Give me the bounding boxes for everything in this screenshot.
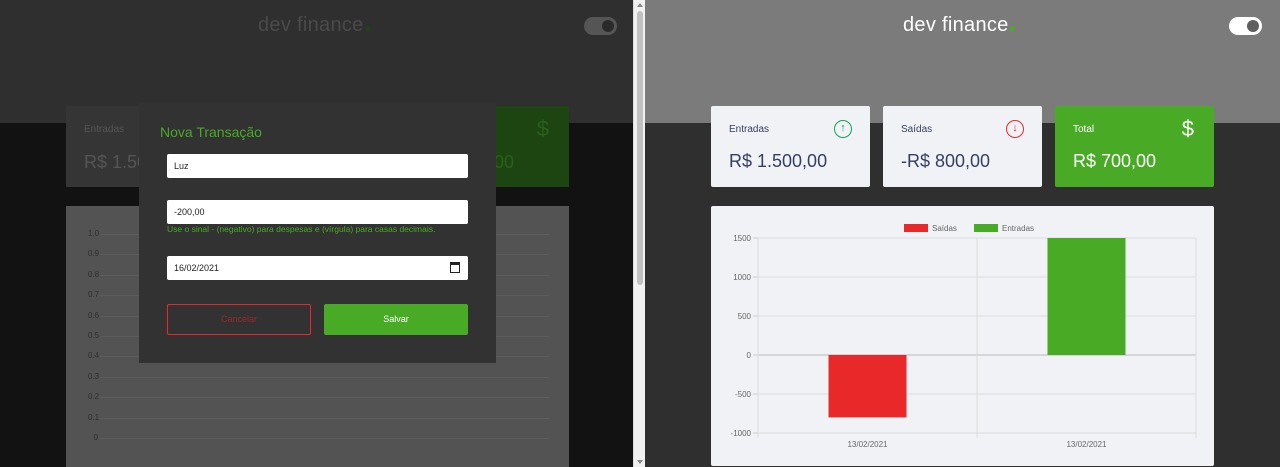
date-input[interactable]: 16/02/2021	[167, 256, 468, 280]
background-tick-label: 0.7	[88, 290, 100, 300]
total-card: Total $ R$ 700,00	[1055, 106, 1214, 187]
y-tick-label: 1500	[733, 234, 751, 243]
expense-value: -R$ 800,00	[901, 151, 991, 171]
calendar-icon[interactable]	[450, 262, 460, 273]
expense-card: Saídas ↓ -R$ 800,00	[883, 106, 1042, 187]
logo: dev finance	[903, 14, 1015, 37]
background-tick-label: 0.1	[88, 412, 100, 422]
scrollbar-thumb[interactable]	[637, 11, 643, 285]
background-tick-label: 1.0	[88, 229, 100, 238]
right-pane-light-mode: dev finance Entradas ↑ R$ 1.500,00 Saída…	[645, 0, 1280, 467]
logo: dev finance	[258, 14, 370, 37]
dollar-icon: $	[1181, 116, 1194, 141]
date-value: 16/02/2021	[174, 263, 220, 273]
dollar-icon: $	[536, 116, 549, 141]
background-gridline	[100, 438, 549, 439]
legend-swatch	[974, 224, 998, 232]
background-tick-label: 0.8	[88, 269, 100, 279]
bar-entradas	[1047, 238, 1126, 355]
background-tick-label: 0.6	[88, 310, 100, 320]
income-card: Entradas ↑ R$ 1.500,00	[711, 106, 870, 187]
income-label: Entradas	[84, 124, 125, 135]
new-transaction-modal: Nova Transação Luz -200,00 Use o sinal -…	[139, 103, 496, 363]
save-button[interactable]: Salvar	[324, 304, 468, 335]
chart-container: 1500 1000 500 0 -500 -1000 13/02/2021 13/02/202…	[711, 206, 1214, 466]
background-gridline	[100, 397, 549, 399]
total-card: $ 00	[494, 106, 569, 187]
background-gridline	[100, 417, 549, 419]
x-tick-label: 13/02/2021	[847, 440, 888, 449]
description-input[interactable]: Luz	[167, 154, 468, 178]
total-label: Total	[1073, 124, 1095, 135]
total-value: R$ 700,00	[1073, 151, 1157, 171]
y-tick-label: -1000	[731, 429, 752, 438]
cancel-button[interactable]: Cancelar	[167, 304, 311, 335]
bar-saídas	[828, 355, 907, 418]
y-tick-label: 500	[738, 312, 752, 321]
amount-help-text: Use o sinal - (negativo) para despesas e…	[167, 224, 436, 234]
legend-label: Saídas	[932, 224, 957, 233]
left-pane-dark-mode: dev finance Entradas R$ 1.50 $ 00 1.0 0.9…	[0, 0, 633, 467]
arrow-up-circle-icon: ↑	[834, 120, 852, 138]
background-tick-label: 0.3	[88, 371, 100, 381]
background-tick-label: 0.5	[88, 331, 100, 340]
amount-input[interactable]: -200,00	[167, 200, 468, 224]
modal-title: Nova Transação	[160, 124, 262, 140]
total-value-fragment: 00	[494, 152, 515, 172]
legend-label: Entradas	[1002, 224, 1034, 233]
income-label: Entradas	[729, 124, 770, 135]
scrollbar[interactable]	[633, 0, 645, 467]
scroll-down-arrow-icon[interactable]	[637, 460, 643, 464]
legend-swatch	[904, 224, 928, 232]
theme-toggle[interactable]	[1229, 17, 1262, 35]
transactions-bar-chart: 1500 1000 500 0 -500 -1000 13/02/2021 13/02/202…	[731, 224, 1197, 449]
y-tick-label: 1000	[733, 273, 751, 282]
scroll-up-arrow-icon[interactable]	[637, 3, 643, 7]
x-tick-label: 13/02/2021	[1066, 440, 1107, 449]
background-tick-label: 0	[93, 433, 98, 442]
background-tick-label: 0.4	[88, 351, 100, 361]
background-tick-label: 0.2	[88, 392, 100, 402]
income-value: R$ 1.50	[84, 152, 148, 172]
theme-toggle[interactable]	[584, 17, 617, 35]
expense-label: Saídas	[901, 124, 933, 135]
background-gridline	[100, 376, 549, 378]
income-value: R$ 1.500,00	[729, 151, 828, 171]
background-tick-label: 0.9	[88, 249, 100, 259]
arrow-down-circle-icon: ↓	[1006, 120, 1024, 138]
y-tick-label: -500	[735, 390, 752, 399]
y-tick-label: 0	[747, 351, 752, 360]
